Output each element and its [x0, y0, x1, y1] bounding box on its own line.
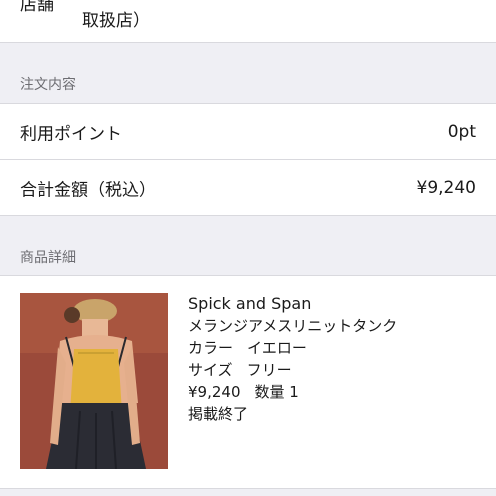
total-value: ¥9,240	[416, 177, 476, 198]
product-status: 掲載終了	[188, 405, 249, 423]
product-photo-icon	[20, 293, 168, 469]
product-info: Spick and Span メランジアメスリニットタンク カラー イエロー サイ…	[188, 293, 397, 425]
divider	[0, 215, 496, 216]
product-section-title: 商品詳細	[20, 250, 76, 266]
product-name: メランジアメスリニットタンク	[188, 317, 398, 335]
shop-label: 店舗	[20, 0, 54, 15]
quantity-label: 数量	[254, 383, 285, 401]
divider	[0, 488, 496, 489]
shop-name-line2: 取扱店）	[82, 11, 150, 31]
product-price-qty: ¥9,240 数量 1	[188, 381, 397, 403]
quantity-value: 1	[289, 383, 299, 401]
product-brand: Spick and Span	[188, 294, 312, 313]
points-value: 0pt	[447, 121, 476, 142]
size-label: サイズ	[188, 361, 233, 379]
product-price: ¥9,240	[188, 383, 241, 401]
color-label: カラー	[188, 339, 234, 357]
color-value: イエロー	[247, 339, 307, 357]
shop-info-block: 店舗 取扱店）	[0, 0, 496, 43]
product-image[interactable]	[20, 293, 168, 469]
product-size: サイズ フリー	[188, 359, 397, 381]
points-label: 利用ポイント	[20, 124, 122, 144]
size-value: フリー	[246, 361, 292, 379]
order-section-title: 注文内容	[20, 77, 76, 93]
points-row: 利用ポイント 0pt	[0, 104, 496, 159]
product-card[interactable]: Spick and Span メランジアメスリニットタンク カラー イエロー サイ…	[0, 276, 496, 488]
total-label: 合計金額（税込）	[20, 180, 156, 200]
total-row: 合計金額（税込） ¥9,240	[0, 160, 496, 215]
product-color: カラー イエロー	[188, 337, 397, 359]
